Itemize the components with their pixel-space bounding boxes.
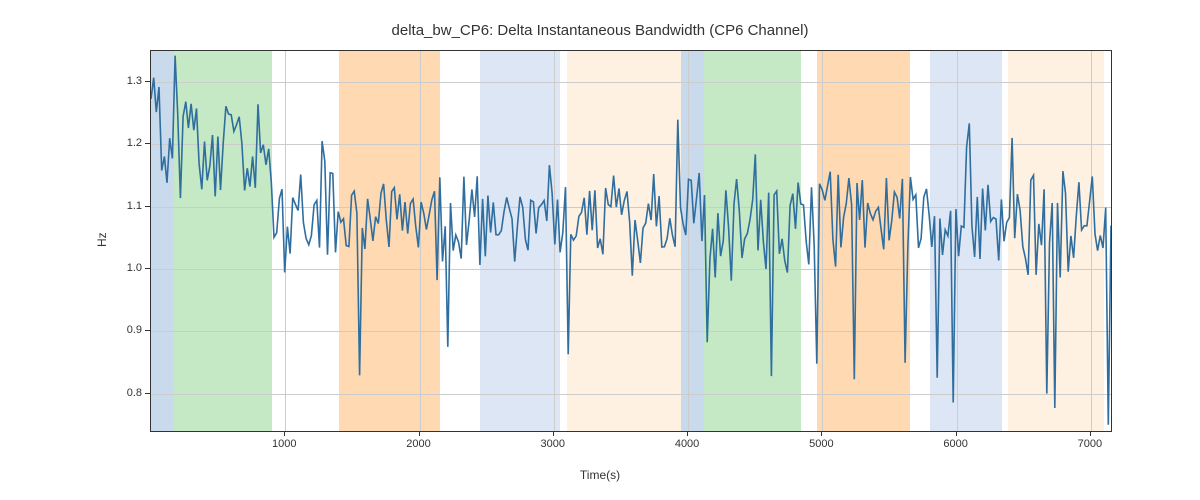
- y-tick-mark: [145, 143, 150, 144]
- x-tick-label: 1000: [272, 438, 296, 450]
- x-tick-label: 3000: [541, 438, 565, 450]
- x-tick-mark: [687, 431, 688, 436]
- data-line: [151, 56, 1111, 425]
- x-tick-label: 4000: [675, 438, 699, 450]
- x-tick-mark: [956, 431, 957, 436]
- y-tick-label: 1.0: [127, 262, 142, 274]
- y-axis-label: Hz: [95, 232, 109, 247]
- chart-title: delta_bw_CP6: Delta Instantaneous Bandwi…: [392, 22, 809, 39]
- x-tick-label: 2000: [406, 438, 430, 450]
- y-tick-label: 0.9: [127, 324, 142, 336]
- y-tick-label: 1.3: [127, 75, 142, 87]
- y-tick-label: 1.2: [127, 137, 142, 149]
- plot-area: [150, 50, 1112, 432]
- x-tick-mark: [1090, 431, 1091, 436]
- y-tick-label: 1.1: [127, 200, 142, 212]
- y-tick-label: 0.8: [127, 387, 142, 399]
- x-tick-label: 6000: [943, 438, 967, 450]
- x-tick-mark: [821, 431, 822, 436]
- y-tick-mark: [145, 393, 150, 394]
- x-tick-mark: [419, 431, 420, 436]
- x-tick-mark: [284, 431, 285, 436]
- data-line-svg: [151, 51, 1111, 431]
- x-tick-mark: [553, 431, 554, 436]
- y-tick-mark: [145, 81, 150, 82]
- y-tick-mark: [145, 330, 150, 331]
- x-tick-label: 5000: [809, 438, 833, 450]
- y-tick-mark: [145, 206, 150, 207]
- x-tick-label: 7000: [1078, 438, 1102, 450]
- chart-container: delta_bw_CP6: Delta Instantaneous Bandwi…: [0, 0, 1200, 500]
- y-tick-mark: [145, 268, 150, 269]
- x-axis-label: Time(s): [580, 468, 620, 482]
